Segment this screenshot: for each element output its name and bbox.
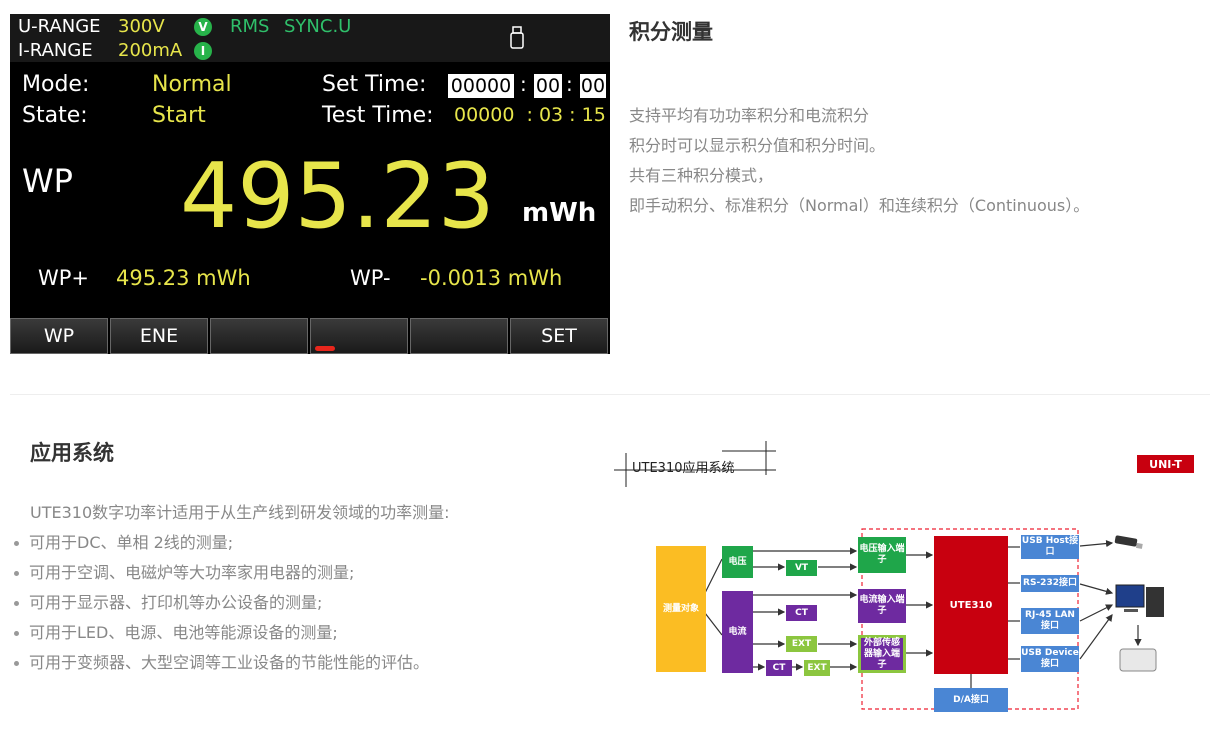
rs232-block: RS-232接口 [1021, 575, 1079, 592]
main-function-label: WP [22, 162, 73, 200]
wp-plus-value: 495.23 mWh [116, 266, 251, 290]
set-time-seconds[interactable]: 00 [580, 74, 606, 98]
list-item: 可用于变频器、大型空调等工业设备的节能性能的评估。 [14, 649, 429, 673]
usb-icon [510, 26, 524, 49]
list-item: 可用于显示器、打印机等办公设备的测量; [14, 589, 322, 613]
integration-line-4: 即手动积分、标准积分（Normal）和连续积分（Continuous）。 [629, 196, 1090, 215]
set-time-colon-1: : [520, 72, 527, 96]
carousel-indicator[interactable] [315, 346, 335, 351]
integration-line-1: 支持平均有功功率积分和电流积分 [629, 106, 870, 125]
instrument-screen: U-RANGE 300V V RMS SYNC.U I-RANGE 200mA … [10, 14, 610, 354]
set-time-minutes[interactable]: 00 [534, 74, 562, 98]
bullet-icon [14, 601, 19, 606]
i-range-value: 200mA [118, 40, 183, 61]
wp-plus-label: WP+ [38, 266, 90, 290]
section-title-integration: 积分测量 [629, 20, 713, 44]
softkey-set[interactable]: SET [510, 318, 608, 354]
usb-stick-icon [1114, 535, 1143, 549]
sync-label: SYNC.U [284, 16, 352, 37]
ct-block-2: CT [766, 660, 792, 676]
ext-sensor-input-block: 外部传感器输入端子 [858, 635, 906, 673]
set-time-colon-2: : [566, 72, 573, 96]
set-time-label: Set Time: [322, 72, 427, 97]
application-diagram: UTE310应用系统 UNI-T 测量对象 电压 电流 VT CT EXT CT… [610, 435, 1210, 742]
u-range-value: 300V [118, 16, 165, 37]
u-range-label: U-RANGE [18, 16, 101, 37]
lan-block: RJ-45 LAN接口 [1021, 608, 1079, 634]
computer-icon [1115, 584, 1164, 617]
bullet-icon [14, 661, 19, 666]
rms-label: RMS [230, 16, 270, 37]
ext-block-2: EXT [804, 660, 830, 676]
state-value: Start [152, 103, 206, 128]
main-unit: mWh [522, 198, 597, 228]
wp-minus-value: -0.0013 mWh [420, 266, 563, 290]
current-input-block: 电流输入端子 [858, 589, 906, 623]
list-item: 可用于空调、电磁炉等大功率家用电器的测量; [14, 559, 354, 583]
application-intro: UTE310数字功率计适用于从生产线到研发领域的功率测量: [30, 503, 450, 522]
section-title-application: 应用系统 [30, 441, 114, 465]
usb-host-block: USB Host接口 [1021, 535, 1079, 559]
usb-device-block: USB Device接口 [1021, 646, 1079, 672]
state-label: State: [22, 103, 88, 128]
diagram-title: UTE310应用系统 [632, 461, 735, 476]
i-range-label: I-RANGE [18, 40, 93, 61]
softkey-bar: WP ENE SET [10, 318, 610, 354]
set-time-hours[interactable]: 00000 [448, 74, 514, 98]
list-item: 可用于DC、单相 2线的测量; [14, 529, 233, 553]
integration-line-2: 积分时可以显示积分值和积分时间。 [629, 136, 886, 155]
list-item: 可用于LED、电源、电池等能源设备的测量; [14, 619, 338, 643]
ct-block: CT [786, 605, 817, 621]
bullet-icon [14, 631, 19, 636]
measurement-target-block: 测量对象 [656, 546, 706, 672]
voltage-input-block: 电压输入端子 [858, 537, 906, 573]
bullet-icon [14, 571, 19, 576]
test-time-label: Test Time: [322, 103, 434, 128]
bullet-icon [14, 541, 19, 546]
da-interface-block: D/A接口 [934, 688, 1008, 712]
softkey-wp[interactable]: WP [10, 318, 108, 354]
ute310-block: UTE310 [934, 536, 1008, 674]
vt-block: VT [786, 560, 817, 576]
v-indicator-icon: V [194, 18, 212, 36]
device-box-icon [1119, 648, 1157, 672]
voltage-block: 电压 [722, 546, 753, 578]
softkey-5[interactable] [410, 318, 508, 354]
test-time-value: 00000 : 03 : 15 [454, 104, 606, 126]
section-divider [10, 394, 1210, 395]
mode-label: Mode: [22, 72, 90, 97]
main-reading: 495.23 [180, 144, 495, 249]
integration-line-3: 共有三种积分模式， [629, 166, 774, 185]
uni-t-logo: UNI-T [1137, 455, 1194, 473]
wp-minus-label: WP- [350, 266, 391, 290]
current-block: 电流 [722, 591, 753, 673]
softkey-ene[interactable]: ENE [110, 318, 208, 354]
mode-value: Normal [152, 72, 232, 97]
ext-block: EXT [786, 636, 817, 652]
softkey-3[interactable] [210, 318, 308, 354]
i-indicator-icon: I [194, 42, 212, 60]
